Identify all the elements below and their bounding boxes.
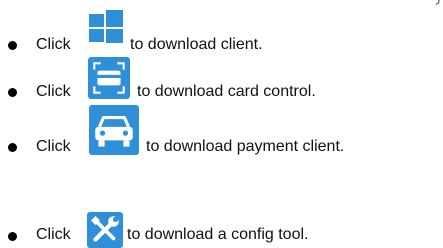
item-verb: Click [36, 138, 71, 155]
list-item: Click to download payment client. [0, 105, 443, 155]
car-icon[interactable] [89, 105, 139, 155]
bullet [8, 41, 17, 50]
item-text: to download client. [130, 36, 263, 53]
stray-mark [435, 0, 440, 5]
item-text: to download payment client. [146, 138, 345, 155]
item-verb: Click [36, 226, 71, 243]
list-item: Click to download card control. [0, 56, 443, 100]
bullet [8, 232, 17, 241]
bullet [8, 88, 17, 97]
bullet [8, 143, 17, 152]
list-item: Click to download client. [0, 8, 443, 53]
windows-icon[interactable] [88, 8, 124, 44]
tools-icon[interactable] [87, 212, 123, 248]
item-verb: Click [36, 83, 71, 100]
item-text: to download card control. [137, 83, 316, 100]
item-verb: Click [36, 36, 71, 53]
card-icon[interactable] [88, 57, 130, 99]
item-text: to download a config tool. [127, 226, 309, 243]
list-item: Click to download a config tool. [0, 160, 443, 248]
